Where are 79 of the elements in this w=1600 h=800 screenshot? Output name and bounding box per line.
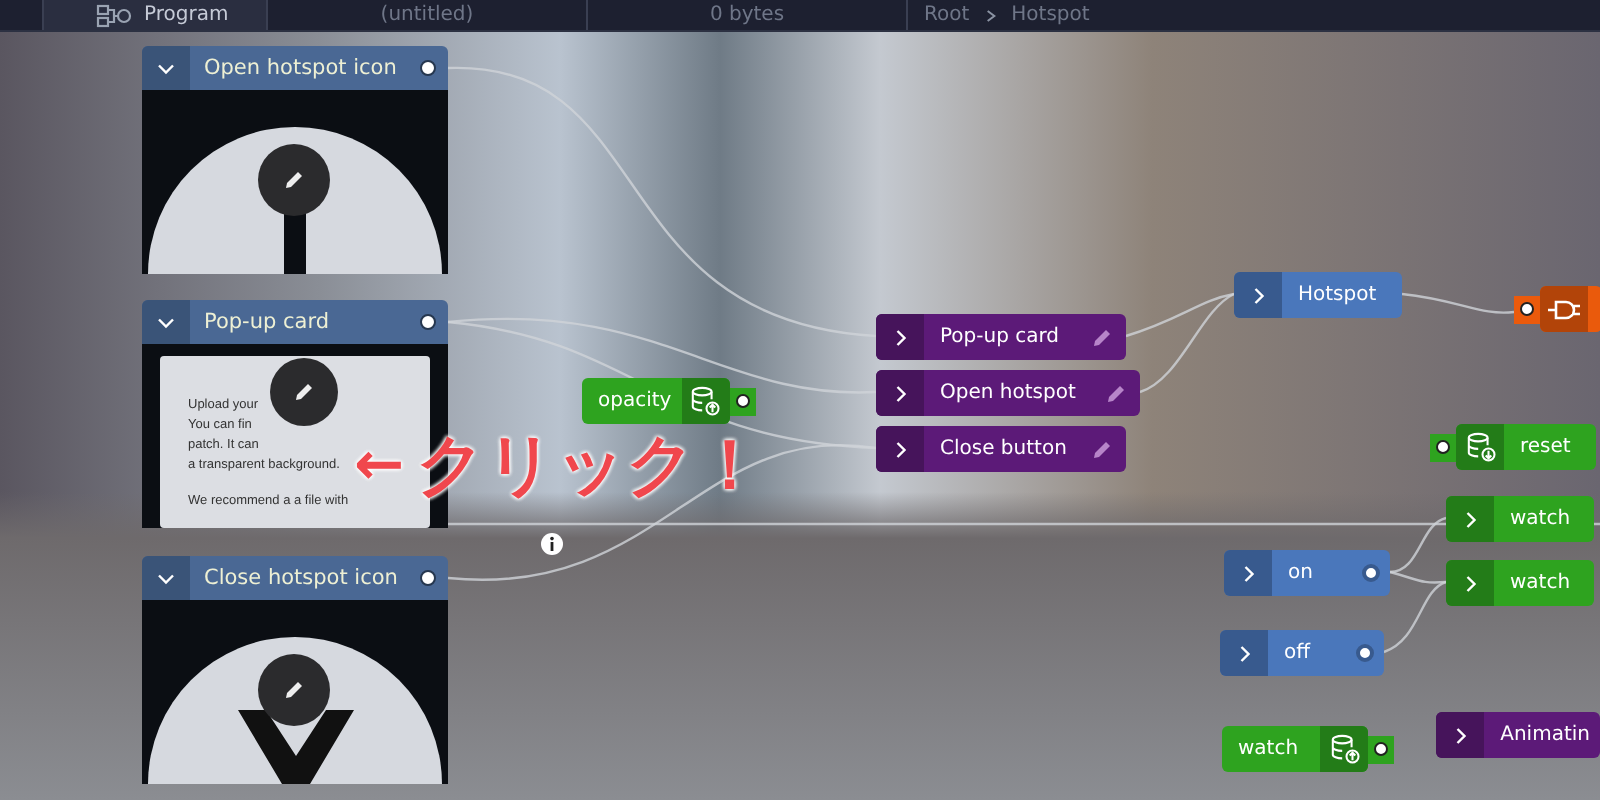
chevron-icon bbox=[1453, 725, 1468, 745]
expand-button[interactable] bbox=[1234, 272, 1282, 318]
port-icon[interactable] bbox=[1362, 564, 1380, 582]
connection-wire bbox=[1401, 292, 1515, 314]
database-icon bbox=[1329, 734, 1359, 764]
breadcrumb-item[interactable]: Hotspot bbox=[1011, 4, 1090, 26]
node-label: watch bbox=[1508, 508, 1573, 530]
graph-node[interactable]: watch bbox=[1222, 726, 1368, 772]
expand-button[interactable] bbox=[1446, 560, 1494, 606]
pencil-icon bbox=[282, 168, 306, 192]
chevron-icon bbox=[893, 439, 907, 459]
node-label: Animatin bbox=[1498, 724, 1592, 746]
graph-node[interactable]: Pop-up card bbox=[876, 314, 1126, 360]
graph-node[interactable]: on bbox=[1224, 550, 1390, 596]
graph-node[interactable]: watch bbox=[1446, 560, 1594, 606]
chevron-icon bbox=[1251, 285, 1265, 305]
file-size: 0 bytes bbox=[588, 0, 908, 30]
graph-node[interactable]: Hotspot bbox=[1234, 272, 1402, 318]
expand-button[interactable] bbox=[1224, 550, 1272, 596]
breadcrumb-item[interactable]: Root bbox=[924, 4, 970, 26]
port-icon[interactable] bbox=[1430, 433, 1456, 461]
port-icon[interactable] bbox=[1356, 644, 1374, 662]
node-label: Close button bbox=[938, 438, 1069, 460]
database-icon bbox=[690, 386, 721, 416]
node-label: watch bbox=[1508, 572, 1573, 594]
chevron-icon bbox=[1463, 509, 1477, 529]
pencil-icon[interactable] bbox=[1090, 325, 1114, 349]
document-title: (untitled) bbox=[268, 0, 588, 30]
pencil-icon[interactable] bbox=[1090, 437, 1114, 461]
port-icon[interactable] bbox=[1368, 735, 1394, 763]
port-icon[interactable] bbox=[420, 570, 436, 586]
info-icon[interactable] bbox=[540, 532, 564, 556]
pencil-icon[interactable] bbox=[1104, 381, 1128, 405]
chevron-icon bbox=[156, 571, 176, 585]
graph-node[interactable]: watch bbox=[1446, 496, 1594, 542]
port-icon[interactable] bbox=[420, 60, 436, 76]
collapse-button[interactable] bbox=[142, 556, 190, 600]
graph-node[interactable]: Close button bbox=[876, 426, 1126, 472]
node-title: Close hotspot icon bbox=[202, 566, 400, 590]
collapse-button[interactable] bbox=[142, 300, 190, 344]
node-label: reset bbox=[1518, 436, 1573, 458]
collapse-button[interactable] bbox=[142, 46, 190, 90]
chevron-icon bbox=[156, 61, 176, 75]
graph-node[interactable] bbox=[1540, 286, 1600, 332]
plug-icon bbox=[1546, 295, 1582, 323]
node-label: Pop-up card bbox=[938, 326, 1062, 348]
expand-button[interactable] bbox=[1436, 712, 1485, 758]
graph-node[interactable]: off bbox=[1220, 630, 1384, 676]
graph-node[interactable]: reset bbox=[1456, 424, 1596, 470]
node-label: off bbox=[1282, 642, 1313, 664]
chevron-icon bbox=[893, 327, 907, 347]
chevron-icon bbox=[1241, 563, 1255, 583]
graph-node[interactable]: Animatin bbox=[1436, 712, 1600, 758]
expand-button[interactable] bbox=[1446, 496, 1494, 542]
node-label: Hotspot bbox=[1296, 284, 1379, 306]
chevron-icon bbox=[893, 383, 907, 403]
node-title: Open hotspot icon bbox=[202, 56, 399, 80]
chevron-icon bbox=[1463, 573, 1477, 593]
node-graph-icon bbox=[96, 3, 132, 27]
pencil-icon bbox=[282, 678, 306, 702]
graph-node[interactable]: opacity bbox=[582, 378, 730, 424]
expand-button[interactable] bbox=[1220, 630, 1268, 676]
expand-button[interactable] bbox=[876, 314, 924, 360]
arrow-annotation: ← bbox=[354, 432, 405, 500]
graph-node[interactable]: Open hotspot bbox=[876, 370, 1140, 416]
node-label: Open hotspot bbox=[938, 382, 1078, 404]
port-icon[interactable] bbox=[1514, 295, 1540, 323]
node-label: watch bbox=[1236, 738, 1301, 760]
chevron-icon bbox=[156, 315, 176, 329]
port-icon[interactable] bbox=[420, 314, 436, 330]
breadcrumb-separator-icon bbox=[985, 7, 996, 23]
node-label: on bbox=[1286, 562, 1315, 584]
node-label: opacity bbox=[596, 390, 674, 412]
expand-button[interactable] bbox=[876, 426, 924, 472]
database-icon bbox=[1465, 432, 1495, 462]
chevron-icon bbox=[1237, 643, 1251, 663]
pencil-icon bbox=[292, 380, 316, 404]
node-title: Pop-up card bbox=[202, 310, 331, 334]
expand-button[interactable] bbox=[876, 370, 924, 416]
